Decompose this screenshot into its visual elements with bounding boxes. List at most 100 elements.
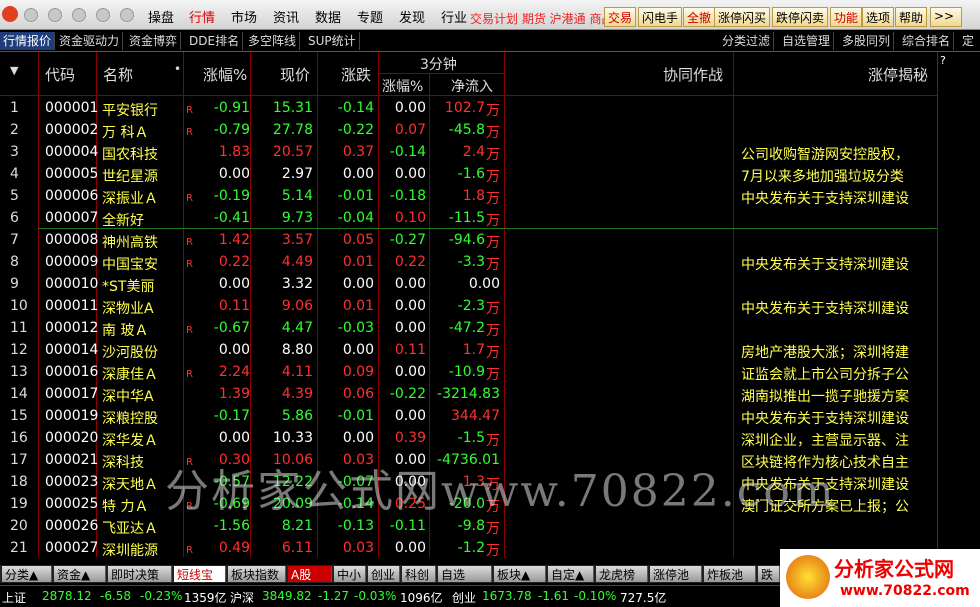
tab-dde-rank[interactable]: DDE排名 [186, 32, 244, 50]
net-inflow-unit: 万 [486, 543, 500, 559]
col-header-code[interactable]: 代码 [45, 64, 75, 85]
nav-back-icon[interactable] [24, 8, 38, 22]
menu-trade-ops[interactable]: 操盘 [148, 7, 174, 26]
bottom-tab[interactable]: 龙虎榜 [596, 566, 648, 582]
net-inflow: 0.00 [468, 276, 500, 292]
net-inflow: -47.2 [448, 320, 485, 336]
bottom-tab[interactable]: 创业 [368, 566, 400, 582]
bottom-tab[interactable]: 科创 [402, 566, 436, 582]
table-row[interactable]: 12 000014 沙河股份 0.00 8.80 0.00 0.11 1.7 万 房地产港股大涨；… [0, 339, 937, 361]
tab-quote-list[interactable]: 行情报价 [0, 32, 56, 50]
table-row[interactable]: 15 000019 深粮控股 -0.17 5.86 -0.01 0.00 344.47 中央发布… [0, 405, 937, 427]
stock-name: 深华发Ａ [102, 433, 158, 449]
tab-composite-rank[interactable]: 综合排名 [899, 32, 955, 50]
name-menu-dot-icon[interactable]: • [174, 62, 181, 76]
right-scroll-panel[interactable]: ? [937, 52, 980, 557]
col-header-change[interactable]: 涨跌 [341, 64, 371, 85]
table-row[interactable]: 4 000005 世纪星源 0.00 2.97 0.00 0.00 -1.6 万 7月以来多地加强… [0, 163, 937, 185]
bottom-tab[interactable]: 炸板池 [704, 566, 756, 582]
stock-name: 万 科Ａ [102, 125, 149, 141]
col-header-price[interactable]: 现价 [280, 64, 310, 85]
flash-hand-button[interactable]: 闪电手 [638, 7, 683, 27]
bottom-tab[interactable]: A股 [288, 566, 332, 582]
table-row[interactable]: 10 000011 深物业A 0.11 9.06 0.01 0.00 -2.3 万 中央发布关于支… [0, 295, 937, 317]
table-row[interactable]: 14 000017 深中华A 1.39 4.39 0.06 -0.22 -3214.83 湖南拟… [0, 383, 937, 405]
menu-discover[interactable]: 发现 [399, 7, 425, 26]
more-button[interactable]: >> [930, 7, 962, 27]
bottom-tab[interactable]: 短线宝 [174, 566, 226, 582]
table-row[interactable]: 13 000016 深康佳Ａ R 2.24 4.11 0.09 0.00 -10.9 万 证监会就上… [0, 361, 937, 383]
nav-refresh-icon[interactable] [72, 8, 86, 22]
bottom-tab[interactable]: 板块▲ [494, 566, 546, 582]
row-index: 1 [10, 100, 19, 116]
row-index: 21 [10, 540, 28, 556]
menu-industry[interactable]: 行业 [441, 7, 467, 26]
tab-fund-driver[interactable]: 资金驱动力 [56, 32, 124, 50]
stock-name: 深圳能源 [102, 543, 158, 559]
stock-name: 深中华A [102, 389, 154, 405]
table-row[interactable]: 7 000008 神州高铁 R 1.42 3.57 0.05 -0.27 -94.6 万 [0, 229, 937, 251]
bottom-tab[interactable]: 自选 [438, 566, 492, 582]
menu-market[interactable]: 市场 [231, 7, 257, 26]
cy-index-label[interactable]: 创业 [452, 589, 476, 606]
hs-index-label[interactable]: 沪深 [230, 589, 254, 606]
bottom-tab[interactable]: 跌 [758, 566, 780, 582]
index-status-bar: 上证 2878.12 -6.58 -0.23% 1359亿 沪深 3849.82… [0, 585, 780, 607]
menu-news[interactable]: 资讯 [273, 7, 299, 26]
row-index: 7 [10, 232, 19, 248]
limit-up-reason: 7月以来多地加强垃圾分类 [741, 169, 904, 185]
trade-button[interactable]: 交易 [604, 7, 637, 27]
table-row[interactable]: 1 000001 平安银行 R -0.91 15.31 -0.14 0.00 102.7 万 [0, 97, 937, 119]
pct-change: 0.11 [218, 298, 250, 314]
tab-watchlist-manage[interactable]: 自选管理 [779, 32, 835, 50]
nav-home-icon[interactable] [96, 8, 110, 22]
table-row[interactable]: 11 000012 南 玻Ａ R -0.67 4.47 -0.03 0.00 -47.2 万 [0, 317, 937, 339]
tab-category-filter[interactable]: 分类过滤 [719, 32, 775, 50]
table-row[interactable]: 5 000006 深振业Ａ R -0.19 5.14 -0.01 -0.18 1.8 万 中央发布关… [0, 185, 937, 207]
bottom-tab[interactable]: 资金▲ [54, 566, 106, 582]
tab-fund-game[interactable]: 资金博弈 [126, 32, 182, 50]
hs-index-pct: -0.03% [354, 589, 397, 603]
bottom-tab[interactable]: 涨停池 [650, 566, 702, 582]
limit-up-buy-button[interactable]: 涨停闪买 [714, 7, 771, 27]
col-header-name[interactable]: 名称 [103, 64, 133, 85]
table-row[interactable]: 2 000002 万 科Ａ R -0.79 27.78 -0.22 0.07 -45.8 万 [0, 119, 937, 141]
options-button[interactable]: 选项 [862, 7, 895, 27]
nav-forward-icon[interactable] [48, 8, 62, 22]
col-header-3min-pct[interactable]: 涨幅% [382, 76, 423, 96]
stock-name: 飞亚达Ａ [102, 521, 158, 537]
tab-more[interactable]: 定 [959, 32, 977, 50]
stock-code: 000023 [45, 474, 99, 490]
col-header-net-inflow[interactable]: 净流入 [451, 76, 493, 96]
bottom-tab[interactable]: 自定▲ [548, 566, 594, 582]
table-row[interactable]: 8 000009 中国宝安 R 0.22 4.49 0.01 0.22 -3.3 万 中央发布关于支… [0, 251, 937, 273]
row-index: 17 [10, 452, 28, 468]
help-button[interactable]: 帮助 [895, 7, 928, 27]
cancel-all-button[interactable]: 全撤 [683, 7, 716, 27]
table-row[interactable]: 9 000010 *ST美丽 0.00 3.32 0.00 0.00 0.00 [0, 273, 937, 295]
tab-long-short[interactable]: 多空阵线 [245, 32, 301, 50]
function-button[interactable]: 功能 [830, 7, 863, 27]
bottom-tab[interactable]: 板块指数 [228, 566, 286, 582]
bottom-tab[interactable]: 分类▲ [2, 566, 52, 582]
bottom-tab[interactable]: 中小 [334, 566, 366, 582]
bottom-tab[interactable]: 即时决策 [108, 566, 172, 582]
net-inflow: -1.2 [457, 540, 485, 556]
menu-quotes[interactable]: 行情 [189, 7, 215, 26]
menu-data[interactable]: 数据 [315, 7, 341, 26]
col-header-pct[interactable]: 涨幅% [203, 64, 247, 85]
col-header-collab[interactable]: 协同作战 [663, 64, 723, 85]
sort-dropdown-icon[interactable]: ▼ [10, 64, 18, 77]
table-row[interactable]: 16 000020 深华发Ａ 0.00 10.33 0.00 0.39 -1.5 万 深圳企业，主… [0, 427, 937, 449]
col-header-limit-up-reveal[interactable]: 涨停揭秘 [868, 64, 928, 85]
table-row[interactable]: 6 000007 全新好 -0.41 9.73 -0.04 0.10 -11.5 万 [0, 207, 937, 229]
table-row[interactable]: 3 000004 国农科技 1.83 20.57 0.37 -0.14 2.4 万 公司收购智游网… [0, 141, 937, 163]
limit-down-sell-button[interactable]: 跌停闪卖 [772, 7, 829, 27]
tab-sup-stats[interactable]: SUP统计 [305, 32, 360, 50]
nav-down-icon[interactable] [120, 8, 134, 22]
menu-topics[interactable]: 专题 [357, 7, 383, 26]
help-question-icon[interactable]: ? [940, 54, 946, 67]
tab-multi-stock[interactable]: 多股同列 [839, 32, 895, 50]
price-change: 0.00 [342, 276, 374, 292]
sh-index-label[interactable]: 上证 [2, 589, 26, 606]
